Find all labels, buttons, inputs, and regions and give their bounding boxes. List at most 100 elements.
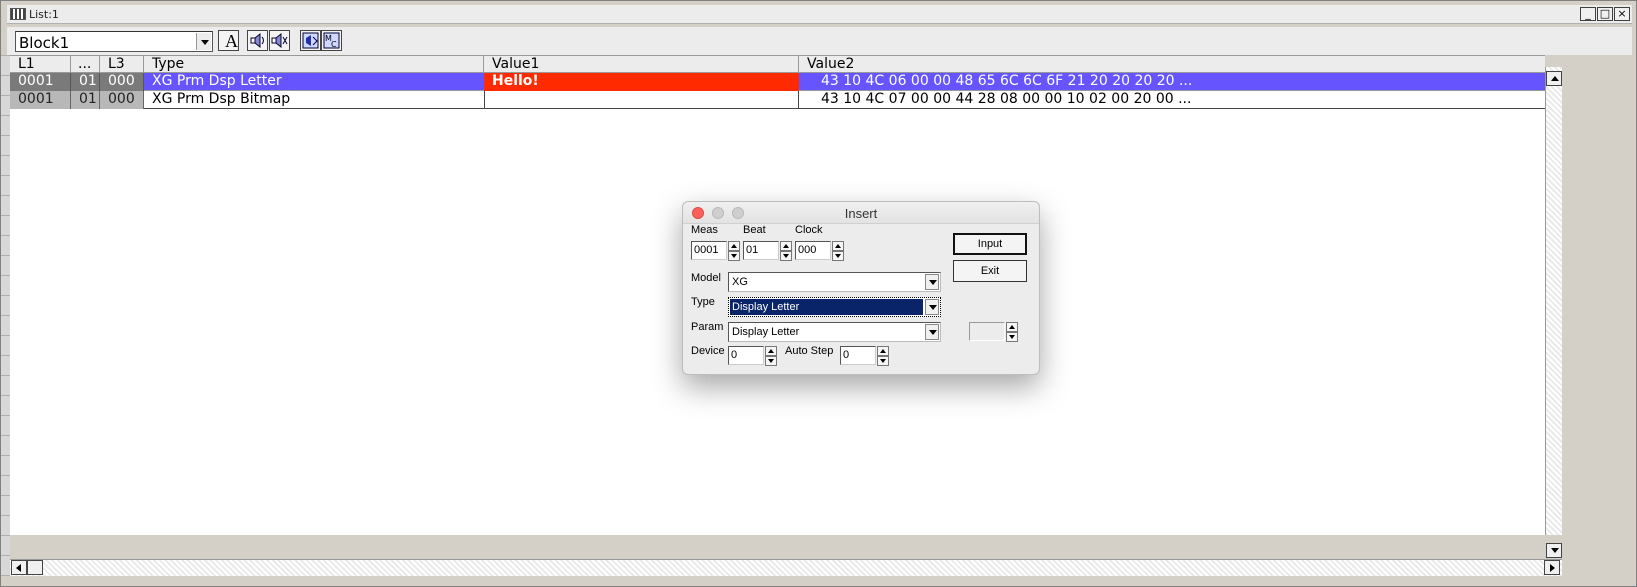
column-header-value2[interactable]: Value2 bbox=[799, 56, 1545, 73]
beat-down-icon[interactable] bbox=[780, 251, 792, 261]
toolbar: Block1 A MC bbox=[7, 27, 1632, 55]
close-button[interactable]: × bbox=[1614, 7, 1630, 21]
meas-input[interactable]: 0001 bbox=[691, 241, 727, 260]
cell-l3: 000 bbox=[100, 73, 144, 91]
beat-input[interactable]: 01 bbox=[743, 241, 779, 260]
type-label: Type bbox=[691, 296, 715, 308]
beat-stepper[interactable] bbox=[780, 241, 792, 261]
meas-stepper[interactable] bbox=[728, 241, 740, 261]
scroll-right-button[interactable] bbox=[1544, 560, 1560, 575]
table-row[interactable]: 0001 01 000 XG Prm Dsp Letter Hello! 43 … bbox=[10, 73, 1545, 91]
horizontal-scrollbar[interactable] bbox=[10, 559, 1562, 576]
type-select[interactable]: Display Letter bbox=[728, 297, 941, 317]
cell-value2: 43 10 4C 06 00 00 48 65 6C 6C 6F 21 20 2… bbox=[821, 73, 1193, 89]
param-label: Param bbox=[691, 321, 724, 333]
clock-down-icon[interactable] bbox=[832, 251, 844, 261]
cell-l1: 0001 bbox=[10, 73, 71, 91]
speaker-button[interactable] bbox=[247, 30, 268, 51]
cell-type: XG Prm Dsp Letter bbox=[152, 73, 282, 89]
meas-down-icon[interactable] bbox=[728, 251, 740, 261]
block-select-arrow[interactable] bbox=[196, 33, 211, 50]
type-select-value: Display Letter bbox=[730, 299, 923, 315]
cell-dots: 01 bbox=[71, 91, 100, 109]
block-select-value: Block1 bbox=[19, 34, 70, 52]
cell-value2: 43 10 4C 07 00 00 44 28 08 00 00 10 02 0… bbox=[821, 91, 1192, 107]
scroll-left-button[interactable] bbox=[11, 560, 27, 575]
list-header: L1 ... L3 Type Value1 Value2 bbox=[10, 55, 1545, 73]
input-button[interactable]: Input bbox=[953, 233, 1027, 255]
arrow-up-icon bbox=[1551, 76, 1559, 81]
model-select-value: XG bbox=[732, 276, 748, 288]
speaker-off-button[interactable] bbox=[269, 30, 290, 51]
device-up-icon[interactable] bbox=[765, 346, 777, 356]
block-select[interactable]: Block1 bbox=[15, 31, 213, 52]
scroll-thumb[interactable] bbox=[27, 560, 43, 575]
extra-up-icon[interactable] bbox=[1006, 322, 1018, 332]
clock-input[interactable]: 000 bbox=[795, 241, 831, 260]
cell-value1 bbox=[484, 91, 799, 109]
chevron-down-icon[interactable] bbox=[925, 299, 939, 315]
model-select[interactable]: XG bbox=[728, 272, 941, 292]
speaker-play-icon bbox=[302, 32, 319, 49]
column-header-value1[interactable]: Value1 bbox=[484, 56, 799, 73]
param-select[interactable]: Display Letter bbox=[728, 322, 941, 342]
chevron-down-icon[interactable] bbox=[925, 274, 939, 290]
beat-label: Beat bbox=[743, 224, 766, 236]
meas-up-icon[interactable] bbox=[728, 241, 740, 251]
mc-icon: MC bbox=[323, 32, 340, 49]
clock-stepper[interactable] bbox=[832, 241, 844, 261]
auto-step-label: Auto Step bbox=[785, 345, 834, 357]
insert-dialog: Insert Meas Beat Clock 0001 01 000 Input… bbox=[682, 201, 1040, 375]
arrow-left-icon bbox=[16, 564, 21, 572]
vertical-scrollbar[interactable] bbox=[1545, 67, 1562, 558]
maximize-button[interactable]: □ bbox=[1597, 7, 1613, 21]
cell-value1: Hello! bbox=[484, 73, 799, 91]
mc-button[interactable]: MC bbox=[321, 30, 342, 51]
column-header-dots[interactable]: ... bbox=[71, 56, 100, 73]
exit-button[interactable]: Exit bbox=[953, 260, 1027, 282]
column-header-l3[interactable]: L3 bbox=[100, 56, 144, 73]
clock-up-icon[interactable] bbox=[832, 241, 844, 251]
auto-step-stepper[interactable] bbox=[877, 346, 889, 366]
title-bar: List:1 _ □ × bbox=[7, 5, 1632, 24]
scroll-up-button[interactable] bbox=[1546, 71, 1562, 86]
left-ruler bbox=[1, 55, 10, 576]
scroll-down-button[interactable] bbox=[1546, 543, 1562, 558]
list-window: List:1 _ □ × Block1 A MC L1 ... L3 Type … bbox=[0, 0, 1637, 587]
table-row[interactable]: 0001 01 000 XG Prm Dsp Bitmap 43 10 4C 0… bbox=[10, 91, 1545, 109]
font-button[interactable]: A bbox=[218, 30, 239, 51]
device-down-icon[interactable] bbox=[765, 356, 777, 366]
column-header-l1[interactable]: L1 bbox=[10, 56, 71, 73]
device-stepper[interactable] bbox=[765, 346, 777, 366]
device-label: Device bbox=[691, 345, 725, 357]
dialog-title-bar: Insert bbox=[683, 202, 1039, 224]
chevron-down-icon bbox=[201, 40, 209, 45]
model-label: Model bbox=[691, 272, 721, 284]
extra-value-stepper[interactable] bbox=[1006, 322, 1018, 342]
list-window-icon bbox=[10, 8, 26, 20]
extra-value-field[interactable] bbox=[969, 322, 1005, 341]
cell-l3: 000 bbox=[100, 91, 144, 109]
cell-dots: 01 bbox=[71, 73, 100, 91]
extra-down-icon[interactable] bbox=[1006, 332, 1018, 342]
auto-step-up-icon[interactable] bbox=[877, 346, 889, 356]
arrow-down-icon bbox=[1551, 548, 1559, 553]
column-header-type[interactable]: Type bbox=[144, 56, 484, 73]
chevron-down-icon[interactable] bbox=[925, 324, 939, 340]
window-title: List:1 bbox=[29, 8, 59, 21]
beat-up-icon[interactable] bbox=[780, 241, 792, 251]
arrow-right-icon bbox=[1550, 564, 1555, 572]
minimize-button[interactable]: _ bbox=[1580, 7, 1596, 21]
clock-label: Clock bbox=[795, 224, 823, 236]
device-input[interactable]: 0 bbox=[728, 346, 764, 365]
cell-l1: 0001 bbox=[10, 91, 71, 109]
speaker-mute-icon bbox=[271, 32, 288, 49]
cell-type: XG Prm Dsp Bitmap bbox=[152, 91, 291, 107]
play-speaker-button[interactable] bbox=[300, 30, 321, 51]
meas-label: Meas bbox=[691, 224, 718, 236]
svg-text:C: C bbox=[331, 40, 337, 49]
window-controls: _ □ × bbox=[1580, 7, 1630, 21]
auto-step-down-icon[interactable] bbox=[877, 356, 889, 366]
speaker-icon bbox=[250, 32, 264, 49]
auto-step-input[interactable]: 0 bbox=[840, 346, 876, 365]
